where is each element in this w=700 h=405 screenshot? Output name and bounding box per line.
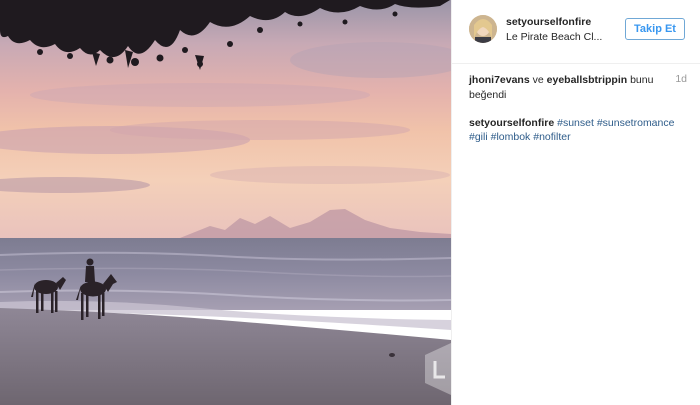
post-sidebar: setyourselfonfire Le Pirate Beach Cl... … [451, 0, 700, 405]
caption-username[interactable]: setyourselfonfire [469, 117, 554, 129]
post-photo[interactable] [0, 0, 451, 405]
hashtag-link[interactable]: #sunset [557, 117, 594, 129]
post-location[interactable]: Le Pirate Beach Cl... [506, 31, 602, 43]
sunset-beach-image [0, 0, 451, 405]
hashtag-link[interactable]: #gili [469, 131, 488, 143]
likes-summary: jhoni7evans ve eyeballsbtrippin bunu beğ… [469, 73, 669, 103]
post-caption: setyourselfonfire #sunset #sunsetromance… [469, 116, 689, 144]
post-viewer: setyourselfonfire Le Pirate Beach Cl... … [0, 0, 700, 405]
post-username[interactable]: setyourselfonfire [506, 16, 591, 28]
avatar[interactable] [469, 15, 497, 43]
follow-button[interactable]: Takip Et [625, 18, 685, 40]
post-timestamp[interactable]: 1d [675, 73, 687, 85]
profile-photo-icon [469, 15, 497, 43]
post-header: setyourselfonfire Le Pirate Beach Cl... … [452, 0, 700, 64]
hashtag-link[interactable]: #sunsetromance [597, 117, 675, 129]
liker-username-1[interactable]: jhoni7evans [469, 74, 530, 86]
liker-username-2[interactable]: eyeballsbtrippin [547, 74, 628, 86]
likes-connector: ve [532, 74, 544, 86]
hashtag-link[interactable]: #lombok [491, 131, 531, 143]
hashtag-link[interactable]: #nofilter [533, 131, 570, 143]
app-watermark-icon [425, 343, 451, 395]
